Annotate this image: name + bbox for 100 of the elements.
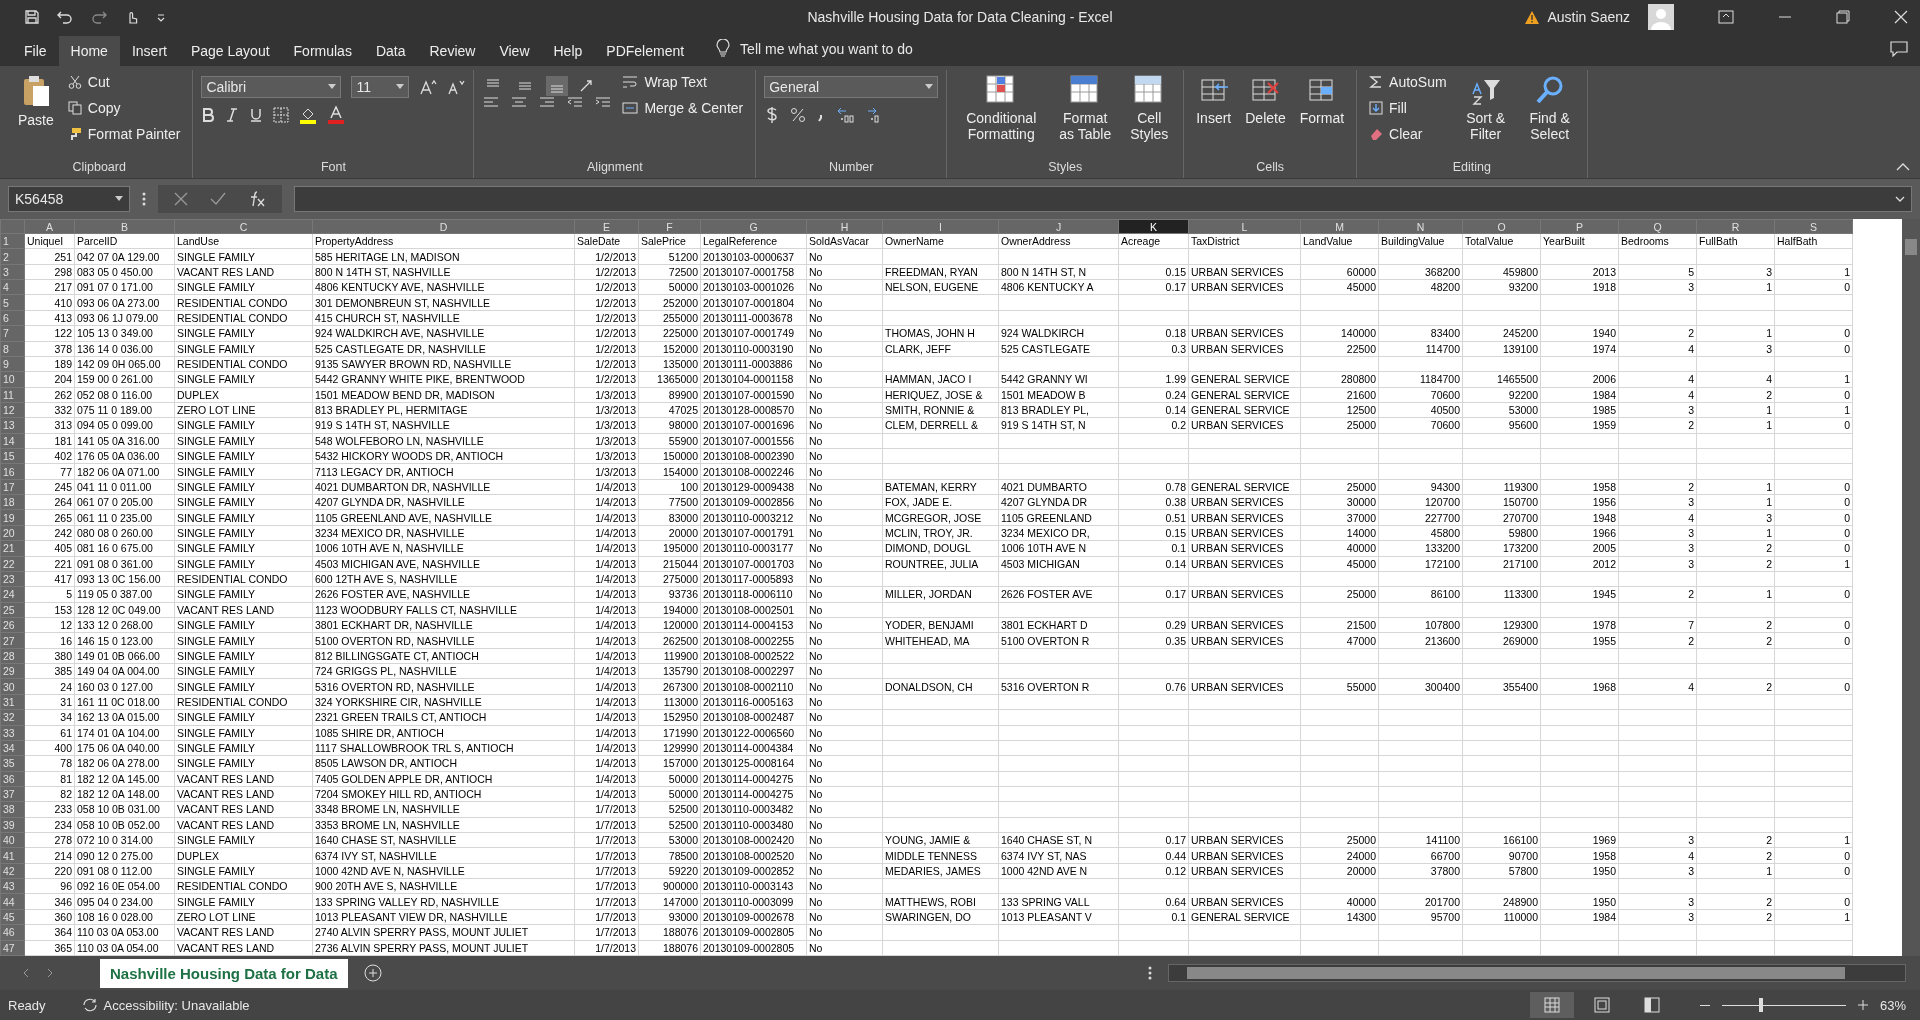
sheet-tab[interactable]: Nashville Housing Data for Data <box>100 958 348 988</box>
vertical-scrollbar[interactable] <box>1902 219 1920 956</box>
column-header[interactable]: A <box>24 219 75 234</box>
clear-button[interactable]: Clear <box>1365 122 1451 146</box>
decrease-font-icon[interactable] <box>447 79 466 95</box>
more-options-icon[interactable] <box>142 192 146 206</box>
font-size-field[interactable]: 11 <box>351 76 410 98</box>
column-header[interactable]: F <box>638 219 701 234</box>
redo-icon[interactable] <box>90 9 108 25</box>
column-header[interactable]: M <box>1300 219 1379 234</box>
menu-tab[interactable]: Page Layout <box>178 36 282 66</box>
ribbon-display-icon[interactable] <box>1718 10 1734 24</box>
tell-me-search[interactable]: Tell me what you want to do <box>740 41 913 66</box>
prev-sheet-icon[interactable] <box>22 968 30 978</box>
number-format-field[interactable]: General <box>764 76 939 98</box>
menu-tab[interactable]: Review <box>417 36 488 66</box>
underline-icon[interactable] <box>249 108 264 122</box>
cancel-icon[interactable] <box>174 192 188 206</box>
table-cell: No <box>806 387 883 403</box>
collapse-ribbon-icon[interactable] <box>1896 162 1910 172</box>
name-box[interactable]: K56458 <box>8 186 130 212</box>
cells-button[interactable]: Insert <box>1192 70 1236 130</box>
column-header[interactable]: N <box>1378 219 1463 234</box>
formula-field[interactable] <box>294 186 1912 212</box>
comment-icon[interactable] <box>1890 41 1908 57</box>
styles-button[interactable]: Conditional Formatting <box>955 70 1048 146</box>
column-header[interactable]: G <box>700 219 807 234</box>
column-header[interactable]: L <box>1188 219 1301 234</box>
paste-button[interactable]: Paste <box>14 70 58 132</box>
styles-button[interactable]: Cell Styles <box>1123 70 1176 146</box>
column-header[interactable]: E <box>574 219 639 234</box>
menu-tab[interactable]: File <box>12 36 59 66</box>
italic-icon[interactable] <box>225 108 240 122</box>
font-color-icon[interactable] <box>327 106 346 124</box>
menu-tab[interactable]: Data <box>363 36 418 66</box>
add-sheet-icon[interactable] <box>363 964 382 982</box>
menu-tab[interactable]: View <box>487 36 542 66</box>
customize-caret-icon[interactable] <box>156 12 166 22</box>
fill-color-icon[interactable] <box>299 106 318 124</box>
merge-center-button[interactable]: Merge & Center <box>618 96 748 120</box>
menu-tab[interactable]: Home <box>58 36 120 66</box>
percent-icon[interactable] <box>790 107 807 123</box>
increase-font-icon[interactable] <box>419 79 438 95</box>
close-icon[interactable] <box>1894 10 1908 24</box>
font-name-field[interactable]: Calibri <box>201 76 342 98</box>
table-cell: VACANT RES LAND <box>174 817 313 833</box>
column-header[interactable]: C <box>174 219 313 234</box>
next-sheet-icon[interactable] <box>46 968 54 978</box>
zoom-level[interactable]: 63% <box>1879 997 1906 1013</box>
column-header[interactable]: B <box>74 219 175 234</box>
column-header[interactable]: P <box>1540 219 1619 234</box>
borders-icon[interactable] <box>273 107 290 123</box>
column-header[interactable]: O <box>1462 219 1541 234</box>
bold-icon[interactable] <box>201 108 216 122</box>
align-left-icon[interactable] <box>482 96 501 110</box>
insert-function-icon[interactable] <box>248 191 266 207</box>
cells-button[interactable]: Format <box>1295 70 1349 130</box>
wrap-text-button[interactable]: Wrap Text <box>618 70 748 94</box>
column-header[interactable]: D <box>312 219 575 234</box>
format-painter-button[interactable]: Format Painter <box>63 122 185 146</box>
normal-view-icon[interactable] <box>1529 992 1574 1018</box>
accessibility-status[interactable]: Accessibility: Unavailable <box>103 997 250 1013</box>
more-options-icon[interactable] <box>1148 966 1152 980</box>
menu-tab[interactable]: Help <box>541 36 595 66</box>
expand-caret-icon[interactable] <box>1895 195 1905 203</box>
menu-tab[interactable]: Insert <box>119 36 179 66</box>
column-header[interactable]: Q <box>1618 219 1697 234</box>
styles-button[interactable]: Format as Table <box>1053 70 1118 146</box>
copy-button[interactable]: Copy <box>63 96 185 120</box>
vertical-align-icon[interactable] <box>546 76 569 96</box>
fill-button[interactable]: Fill <box>1365 96 1451 120</box>
align-right-icon[interactable] <box>538 96 557 110</box>
undo-icon[interactable] <box>56 9 74 25</box>
table-cell: 5 <box>24 586 75 603</box>
table-cell: 1/7/2013 <box>574 940 639 956</box>
user-name[interactable]: Austin Saenz <box>1547 9 1630 25</box>
table-cell: 1/4/2013 <box>574 479 639 495</box>
menu-tab[interactable]: PDFelement <box>594 36 697 66</box>
column-header[interactable]: K <box>1118 219 1189 234</box>
cells-button[interactable]: Delete <box>1241 70 1290 130</box>
restore-icon[interactable] <box>1836 10 1850 24</box>
column-header[interactable]: S <box>1774 219 1853 234</box>
column-header[interactable]: H <box>806 219 883 234</box>
editing-button[interactable]: Find & Select <box>1520 70 1579 146</box>
horizontal-scrollbar[interactable] <box>1168 964 1906 982</box>
menu-tab[interactable]: Formulas <box>281 36 364 66</box>
increase-decimal-icon[interactable] <box>836 106 857 124</box>
enter-icon[interactable] <box>210 192 226 206</box>
column-header[interactable]: I <box>882 219 999 234</box>
autosum-button[interactable]: AutoSum <box>1365 70 1451 94</box>
align-center-icon[interactable] <box>510 96 529 110</box>
editing-button[interactable]: Sort & Filter <box>1456 70 1515 146</box>
cut-button[interactable]: Cut <box>63 70 185 94</box>
increase-indent-icon[interactable] <box>594 96 613 110</box>
zoom-slider-thumb[interactable] <box>1759 998 1764 1012</box>
column-header[interactable]: R <box>1696 219 1775 234</box>
decrease-indent-icon[interactable] <box>566 96 585 110</box>
column-header[interactable]: J <box>998 219 1119 234</box>
zoom-in-icon[interactable] <box>1857 1000 1868 1010</box>
save-icon[interactable] <box>24 9 40 25</box>
